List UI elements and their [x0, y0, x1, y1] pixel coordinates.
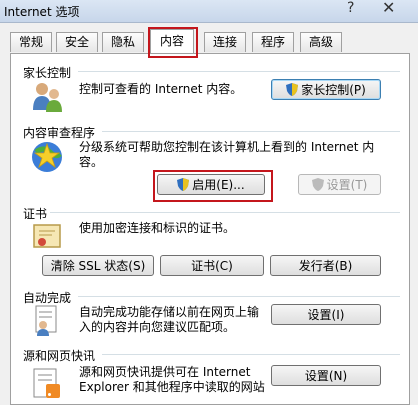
section-divider [78, 71, 400, 72]
title-bar: Internet 选项 ? ✕ [0, 0, 418, 23]
clear-ssl-state-button[interactable]: 清除 SSL 状态(S) [42, 255, 154, 276]
section-divider [102, 354, 400, 355]
advisor-description-line1: 分级系统可帮助您控制在该计算机上看到的 Internet 内 [79, 140, 375, 154]
autocomplete-description-line2: 入的内容并向您建议匹配项。 [79, 320, 236, 334]
advisor-description-line2: 容。 [79, 155, 104, 169]
parental-users-icon [33, 83, 62, 112]
section-title-feeds: 源和网页快讯 [23, 349, 96, 363]
section-title-parental: 家长控制 [23, 66, 72, 80]
autocomplete-form-icon [35, 305, 57, 336]
certificate-icon [33, 224, 61, 248]
autocomplete-settings-button[interactable]: 设置(I) [271, 304, 381, 325]
certificates-button[interactable]: 证书(C) [160, 255, 264, 276]
certificates-description: 使用加密连接和标识的证书。 [79, 221, 236, 235]
help-button[interactable]: ? [347, 0, 354, 16]
publishers-button[interactable]: 发行者(B) [270, 255, 381, 276]
tab-programs[interactable]: 程序 [252, 32, 294, 52]
close-button[interactable]: ✕ [382, 0, 395, 17]
parental-description: 控制可查看的 Internet 内容。 [79, 82, 243, 96]
feeds-description-line2: Explorer 和其他程序中读取的网站 [79, 380, 265, 394]
section-divider [78, 296, 400, 297]
feeds-icon [33, 368, 60, 398]
tab-advanced[interactable]: 高级 [300, 32, 342, 52]
tab-general[interactable]: 常规 [10, 32, 52, 52]
tab-privacy[interactable]: 隐私 [102, 32, 144, 52]
highlight-box-enable-button [153, 170, 273, 202]
tab-security[interactable]: 安全 [56, 32, 98, 52]
advisor-settings-button[interactable]: 设置(T) [298, 174, 381, 195]
section-divider [102, 131, 400, 132]
feeds-settings-button[interactable]: 设置(N) [271, 365, 381, 386]
window-title: Internet 选项 [4, 5, 80, 19]
shield-icon [286, 83, 299, 96]
content-advisor-star-icon [32, 142, 62, 172]
parental-controls-label: 家长控制(P) [301, 83, 366, 97]
section-divider [50, 212, 400, 213]
parental-controls-button[interactable]: 家长控制(P) [271, 79, 381, 100]
highlight-box-content-tab [148, 27, 198, 58]
tab-connections[interactable]: 连接 [204, 32, 246, 52]
advisor-settings-label: 设置(T) [326, 178, 368, 192]
shield-icon [311, 178, 324, 191]
